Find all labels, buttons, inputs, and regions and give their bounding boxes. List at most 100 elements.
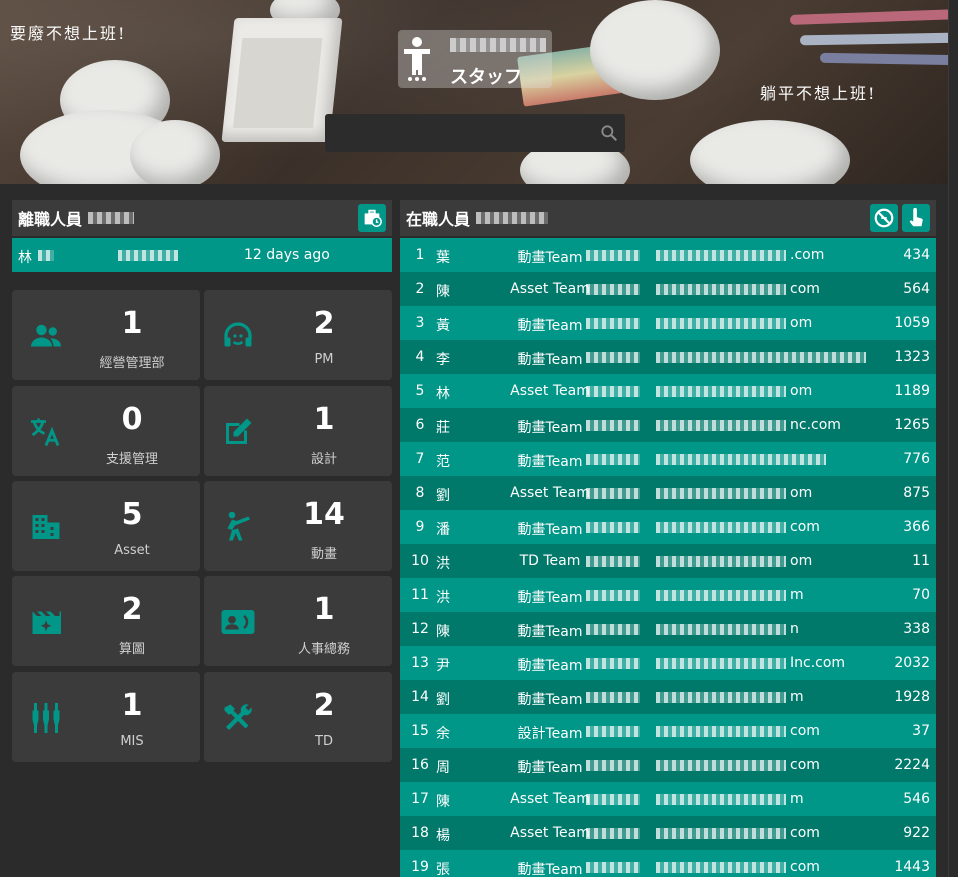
dept-count: 1 — [313, 592, 335, 627]
staff-row[interactable]: 11 洪 動畫Team m 70 — [400, 578, 936, 612]
filter-inactive-button[interactable] — [870, 204, 898, 232]
staff-name: 張 — [436, 862, 450, 877]
dept-card-pm[interactable]: 2 PM — [204, 290, 392, 380]
staff-name: 潘 — [436, 522, 450, 538]
staff-number: 546 — [903, 791, 930, 807]
staff-number: 1323 — [894, 349, 930, 365]
staff-ext-redacted — [586, 352, 640, 363]
staff-email-redacted — [656, 794, 786, 805]
staff-number: 434 — [903, 247, 930, 263]
staff-email: com — [790, 859, 820, 875]
dept-count: 5 — [121, 497, 143, 532]
staff-email: m — [790, 689, 804, 705]
staff-row[interactable]: 10 洪 TD Team om 11 — [400, 544, 936, 578]
staff-email-redacted — [656, 692, 786, 703]
resigned-history-button[interactable] — [358, 204, 386, 232]
staff-email: com — [790, 519, 820, 535]
staff-row[interactable]: 16 周 動畫Team com 2224 — [400, 748, 936, 782]
staff-row[interactable]: 12 陳 動畫Team n 338 — [400, 612, 936, 646]
dept-name: Asset — [114, 543, 150, 558]
resigned-row[interactable]: 林 12 days ago — [12, 238, 392, 272]
staff-name: 周 — [436, 760, 450, 776]
resigned-panel-title: 離職人員 — [18, 210, 83, 229]
staff-row[interactable]: 3 黃 動畫Team om 1059 — [400, 306, 936, 340]
search-icon[interactable] — [599, 123, 619, 143]
staff-email-redacted — [656, 284, 786, 295]
staff-email-redacted — [656, 352, 866, 363]
staff-number: 2224 — [894, 757, 930, 773]
staff-row[interactable]: 2 陳 Asset Team com 564 — [400, 272, 936, 306]
dept-card-support[interactable]: 0 支援管理 — [12, 386, 200, 476]
brand-title: スタッフ — [450, 67, 522, 88]
staff-row[interactable]: 1 葉 動畫Team .com 434 — [400, 238, 936, 272]
brand-logo[interactable]: スタッフ — [398, 30, 552, 88]
people-icon — [31, 324, 61, 347]
search-input[interactable] — [325, 114, 615, 152]
staff-row[interactable]: 18 楊 Asset Team com 922 — [400, 816, 936, 850]
staff-panel-header: 在職人員 — [400, 200, 936, 236]
edit-icon — [226, 418, 252, 444]
dept-name: PM — [314, 352, 334, 367]
staff-row[interactable]: 7 范 動畫Team 776 — [400, 442, 936, 476]
staff-email: om — [790, 383, 813, 399]
kick-icon — [227, 511, 250, 541]
staff-row[interactable]: 4 李 動畫Team 1323 — [400, 340, 936, 374]
staff-row[interactable]: 19 張 動畫Team com 1443 — [400, 850, 936, 877]
staff-index: 7 — [415, 451, 425, 467]
staff-name: 范 — [436, 454, 450, 470]
staff-count-redacted — [476, 212, 549, 224]
tools-icon — [224, 704, 252, 730]
staff-ext-redacted — [586, 556, 640, 567]
staff-email-redacted — [656, 556, 786, 567]
dept-card-hr[interactable]: 1 人事總務 — [204, 576, 392, 666]
dept-card-asset[interactable]: 5 Asset — [12, 481, 200, 571]
staff-ext-redacted — [586, 522, 640, 533]
staff-row[interactable]: 9 潘 動畫Team com 366 — [400, 510, 936, 544]
staff-number: 338 — [903, 621, 930, 637]
staff-row[interactable]: 15 余 設計Team com 37 — [400, 714, 936, 748]
dept-card-management[interactable]: 1 經營管理部 — [12, 290, 200, 380]
dept-count: 1 — [313, 402, 335, 437]
accessibility-icon — [402, 36, 432, 82]
staff-number: 922 — [903, 825, 930, 841]
staff-index: 16 — [411, 757, 429, 773]
staff-index: 19 — [411, 859, 429, 875]
staff-number: 2032 — [894, 655, 930, 671]
staff-name: 洪 — [436, 590, 450, 606]
staff-row[interactable]: 5 林 Asset Team om 1189 — [400, 374, 936, 408]
staff-row[interactable]: 14 劉 動畫Team m 1928 — [400, 680, 936, 714]
banner-pen — [789, 9, 948, 25]
dept-card-render[interactable]: 2 算圖 — [12, 576, 200, 666]
dept-card-mis[interactable]: 1 MIS — [12, 672, 200, 762]
staff-ext-redacted — [586, 318, 640, 329]
staff-email: m — [790, 791, 804, 807]
staff-index: 8 — [415, 485, 425, 501]
staff-row[interactable]: 8 劉 Asset Team om 875 — [400, 476, 936, 510]
staff-number: 776 — [903, 451, 930, 467]
staff-index: 4 — [415, 349, 425, 365]
touch-mode-button[interactable] — [902, 204, 930, 232]
banner-pen — [819, 52, 948, 66]
banner-figure — [690, 120, 850, 184]
staff-ext-redacted — [586, 794, 640, 805]
staff-ext-redacted — [586, 284, 640, 295]
staff-row[interactable]: 17 陳 Asset Team m 546 — [400, 782, 936, 816]
dept-name: 算圖 — [118, 642, 145, 657]
dept-name: 支援管理 — [105, 452, 158, 467]
dept-name: 人事總務 — [297, 642, 350, 657]
dept-card-td[interactable]: 2 TD — [204, 672, 392, 762]
staff-panel-title: 在職人員 — [406, 210, 471, 229]
staff-row[interactable]: 6 莊 動畫Team nc.com 1265 — [400, 408, 936, 442]
brand-redacted — [450, 38, 546, 52]
staff-email-redacted — [656, 386, 786, 397]
staff-index: 5 — [415, 383, 425, 399]
staff-email-redacted — [656, 658, 786, 669]
staff-email: .com — [790, 247, 825, 263]
page-scrollbar[interactable] — [948, 0, 958, 877]
staff-email-redacted — [656, 488, 786, 499]
staff-email: m — [790, 587, 804, 603]
staff-row[interactable]: 13 尹 動畫Team Inc.com 2032 — [400, 646, 936, 680]
dept-card-design[interactable]: 1 設計 — [204, 386, 392, 476]
staff-ext-redacted — [586, 862, 640, 873]
dept-card-animation[interactable]: 14 動畫 — [204, 481, 392, 571]
